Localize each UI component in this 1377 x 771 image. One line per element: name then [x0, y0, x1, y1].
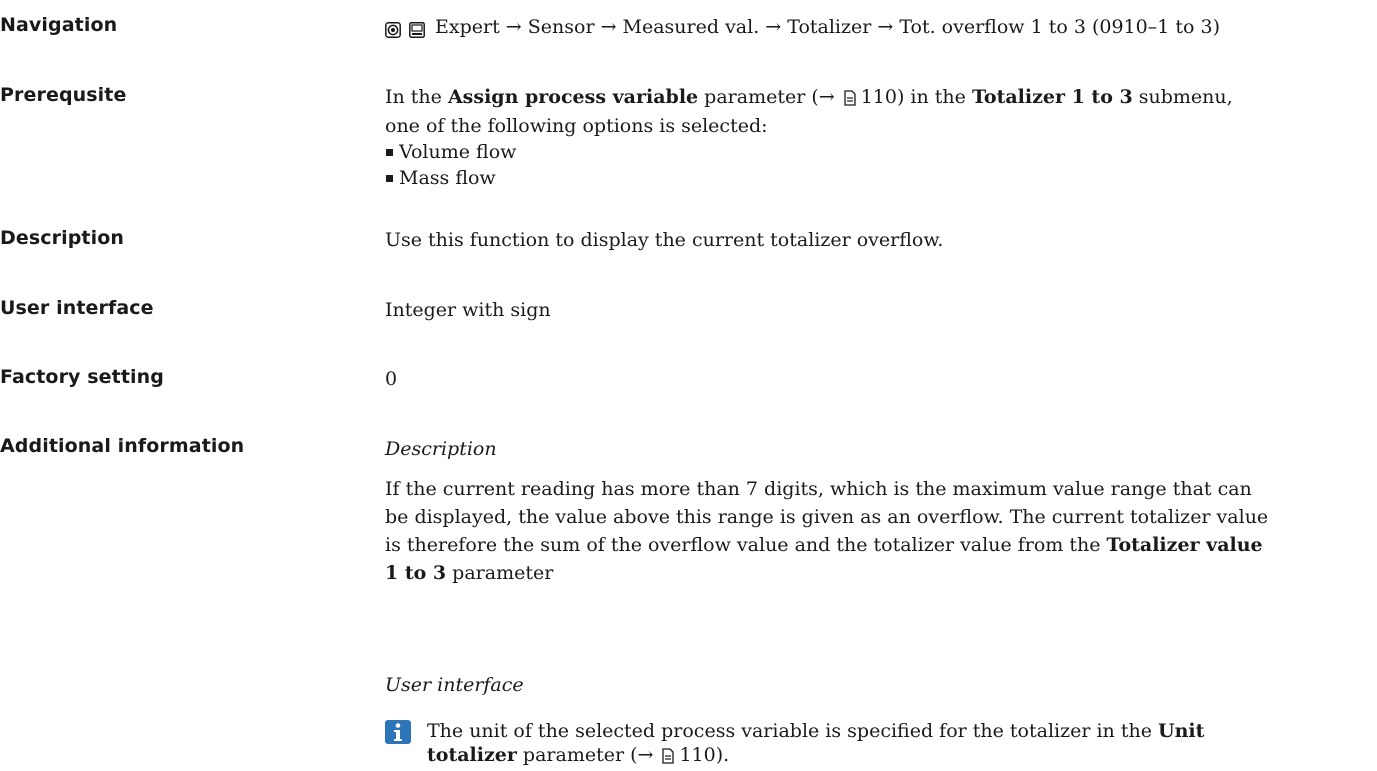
option-list: Volume flow Mass flow — [385, 139, 1377, 191]
navigation-content: Expert → Sensor → Measured val. → Totali… — [385, 14, 1377, 42]
prerequisite-line-1: In the Assign process variable parameter… — [385, 84, 1377, 113]
user-interface-subheading: User interface — [385, 674, 524, 696]
description-content: Use this function to display the current… — [385, 229, 944, 251]
prerequisite-label: Prerequsite — [0, 84, 127, 106]
param-totalizer-value: Totalizer value — [1106, 534, 1263, 556]
page-reference-icon — [661, 745, 675, 771]
list-item: Mass flow — [385, 165, 1377, 191]
list-item: Volume flow — [385, 139, 1377, 165]
operating-tool-icon — [409, 22, 425, 38]
info-icon — [385, 720, 411, 744]
additional-information-content: Description If the current reading has m… — [385, 435, 1377, 587]
page-reference[interactable]: 110 — [861, 86, 897, 108]
page-reference[interactable]: 110 — [679, 744, 715, 766]
display-module-icon — [385, 22, 401, 38]
param-unit-totalizer-b: totalizer — [427, 744, 517, 766]
user-interface-label: User interface — [0, 297, 154, 319]
factory-setting-label: Factory setting — [0, 366, 164, 388]
navigation-label: Navigation — [0, 14, 118, 36]
param-totalizer-submenu: Totalizer 1 to 3 — [971, 86, 1133, 108]
param-unit-totalizer-a: Unit — [1158, 720, 1205, 742]
prerequisite-content: In the Assign process variable parameter… — [385, 84, 1377, 191]
additional-description-paragraph: If the current reading has more than 7 d… — [385, 478, 1269, 584]
description-label: Description — [0, 227, 124, 249]
navigation-path: Expert → Sensor → Measured val. → Totali… — [435, 16, 1220, 38]
page-reference-icon — [843, 87, 857, 113]
factory-setting-content: 0 — [385, 368, 398, 390]
description-subheading: Description — [385, 438, 497, 460]
note-content: The unit of the selected process variabl… — [427, 720, 1205, 742]
param-assign-process-variable: Assign process variable — [447, 86, 699, 108]
operating-mode-icons — [385, 16, 425, 42]
prerequisite-line-2: one of the following options is selected… — [385, 115, 768, 137]
additional-information-label: Additional information — [0, 435, 245, 457]
user-interface-content: Integer with sign — [385, 299, 551, 321]
